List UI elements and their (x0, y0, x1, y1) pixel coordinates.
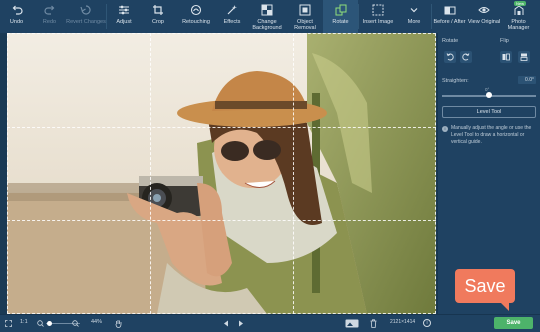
zoom-slider-thumb[interactable] (47, 321, 52, 326)
view-original-button[interactable]: View Original (467, 0, 501, 33)
retouching-button[interactable]: Retouching (175, 0, 217, 33)
crop-grid-border (7, 33, 436, 314)
sliders-icon (118, 4, 130, 16)
chevron-down-icon (408, 4, 420, 16)
save-callout[interactable]: Save (455, 269, 515, 311)
fit-screen-icon[interactable] (5, 320, 12, 327)
rotate-label: Rotate (332, 19, 349, 25)
crop-label: Crop (152, 19, 164, 25)
crop-grid-line (7, 127, 436, 128)
actual-size-label[interactable]: 1:1 (20, 319, 28, 325)
object-removal-button[interactable]: Object Removal (287, 0, 323, 33)
background-icon (261, 4, 273, 16)
zoom-in-icon[interactable] (72, 320, 79, 327)
insert-image-button[interactable]: Insert Image (359, 0, 397, 33)
undo-icon (11, 4, 23, 16)
trash-icon[interactable] (370, 319, 377, 328)
toolbar: Undo Redo Revert Changes Adjust Crop Ret… (0, 0, 540, 33)
effects-label: Effects (223, 19, 241, 25)
insert-image-icon (372, 4, 384, 16)
crop-button[interactable]: Crop (141, 0, 175, 33)
straighten-slider-thumb[interactable] (486, 92, 492, 98)
flip-horizontal-icon (502, 53, 510, 61)
redo-button[interactable]: Redo (33, 0, 66, 33)
rotate-right-button[interactable] (460, 51, 472, 63)
flip-vertical-button[interactable] (518, 51, 530, 63)
eraser-icon (299, 4, 311, 16)
retouching-label: Retouching (182, 19, 210, 25)
level-tool-hint: i Manually adjust the angle or use the L… (442, 125, 536, 146)
effects-icon (226, 4, 238, 16)
effects-button[interactable]: Effects (217, 0, 247, 33)
info-icon: i (442, 126, 448, 132)
change-background-label: Change Background (252, 19, 282, 31)
photo-manager-label: Photo Manager (507, 19, 530, 31)
image-dimensions: 2121×1414 (390, 319, 416, 325)
crop-grid-line (293, 33, 294, 314)
rotate-button[interactable]: Rotate (323, 0, 358, 33)
app-window: Undo Redo Revert Changes Adjust Crop Ret… (0, 0, 540, 332)
before-after-label: Before / After (433, 19, 466, 25)
photo-canvas[interactable] (7, 33, 436, 314)
save-button[interactable]: Save (494, 317, 533, 329)
info-icon[interactable]: i (423, 319, 431, 327)
rotate-right-icon (462, 53, 470, 61)
zoom-out-icon[interactable] (37, 320, 44, 327)
new-badge: New (514, 1, 527, 6)
undo-button[interactable]: Undo (0, 0, 33, 33)
change-background-button[interactable]: Change Background (247, 0, 287, 33)
before-after-icon (444, 4, 456, 16)
object-removal-label: Object Removal (294, 19, 316, 31)
photo-manager-button[interactable]: Photo Manager New (501, 0, 536, 33)
revert-changes-label: Revert Changes (66, 19, 106, 25)
adjust-button[interactable]: Adjust (107, 0, 141, 33)
eye-icon (478, 4, 490, 16)
rotate-left-button[interactable] (444, 51, 456, 63)
crop-grid-line (7, 220, 436, 221)
previous-image-icon[interactable] (223, 320, 229, 327)
next-image-icon[interactable] (238, 320, 244, 327)
crop-icon (152, 4, 164, 16)
insert-image-label: Insert Image (362, 19, 394, 25)
undo-label: Undo (9, 19, 24, 25)
level-tool-button[interactable]: Level Tool (442, 106, 536, 118)
before-after-button[interactable]: Before / After (432, 0, 467, 33)
retouch-icon (190, 4, 202, 16)
rotate-section-label: Rotate (442, 38, 459, 44)
straighten-value-field[interactable]: 0.0° (518, 76, 536, 84)
zoom-percentage: 44% (91, 319, 103, 325)
flip-section-label: Flip (500, 38, 509, 44)
adjust-label: Adjust (116, 19, 132, 25)
straighten-label: Straighten: (442, 78, 469, 84)
flip-vertical-icon (520, 53, 528, 61)
more-button[interactable]: More (397, 0, 431, 33)
image-info-icon[interactable] (345, 319, 359, 328)
hand-tool-icon[interactable] (115, 319, 122, 328)
revert-icon (80, 4, 92, 16)
canvas-area (0, 33, 437, 314)
crop-grid-line (150, 33, 151, 314)
rotate-left-icon (446, 53, 454, 61)
rotate-icon (335, 4, 347, 16)
view-original-label: View Original (467, 19, 501, 25)
more-label: More (407, 19, 421, 25)
revert-changes-button[interactable]: Revert Changes (66, 0, 106, 33)
redo-label: Redo (42, 19, 57, 25)
hint-text: Manually adjust the angle or use the Lev… (451, 125, 532, 145)
redo-icon (43, 4, 56, 16)
bottom-bar: 1:1 44% 2121×1414 i (0, 314, 540, 332)
flip-horizontal-button[interactable] (500, 51, 512, 63)
